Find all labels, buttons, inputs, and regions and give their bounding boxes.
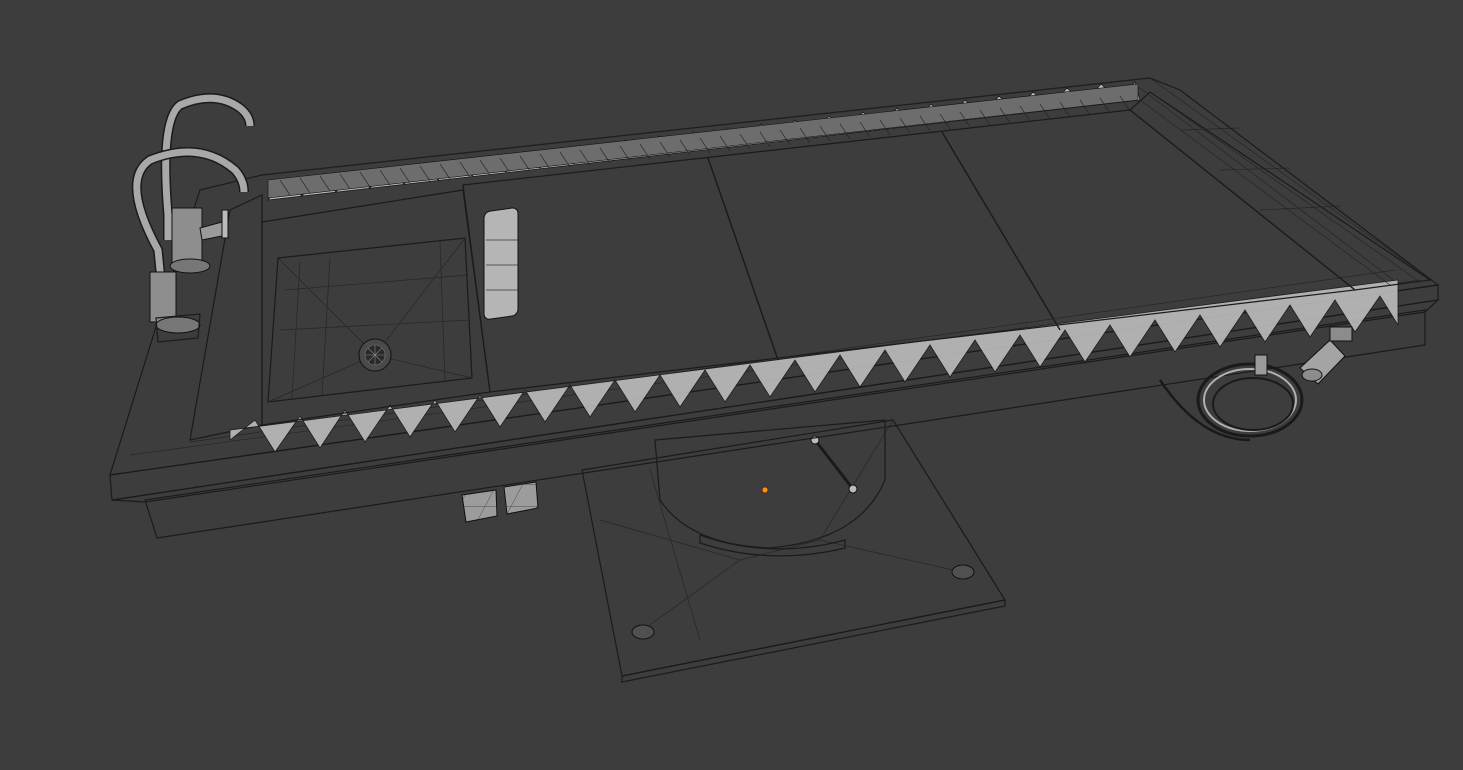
origin-marker xyxy=(761,486,769,494)
3d-viewport[interactable] xyxy=(0,0,1463,770)
mesh-render xyxy=(109,77,1440,683)
pedestal[interactable] xyxy=(654,419,886,557)
faucet-secondary[interactable] xyxy=(160,93,255,274)
hose-reel[interactable] xyxy=(1158,354,1304,442)
control-buttons[interactable] xyxy=(461,481,539,523)
table-top[interactable] xyxy=(109,77,1440,476)
basin-ledge[interactable] xyxy=(483,207,519,320)
side-valve[interactable] xyxy=(1299,326,1353,385)
base-plate[interactable] xyxy=(581,419,1006,683)
sink-basin[interactable] xyxy=(261,189,491,426)
bolt-left xyxy=(631,624,655,640)
bolt-right xyxy=(951,564,975,580)
table-skirt[interactable] xyxy=(109,284,1440,539)
